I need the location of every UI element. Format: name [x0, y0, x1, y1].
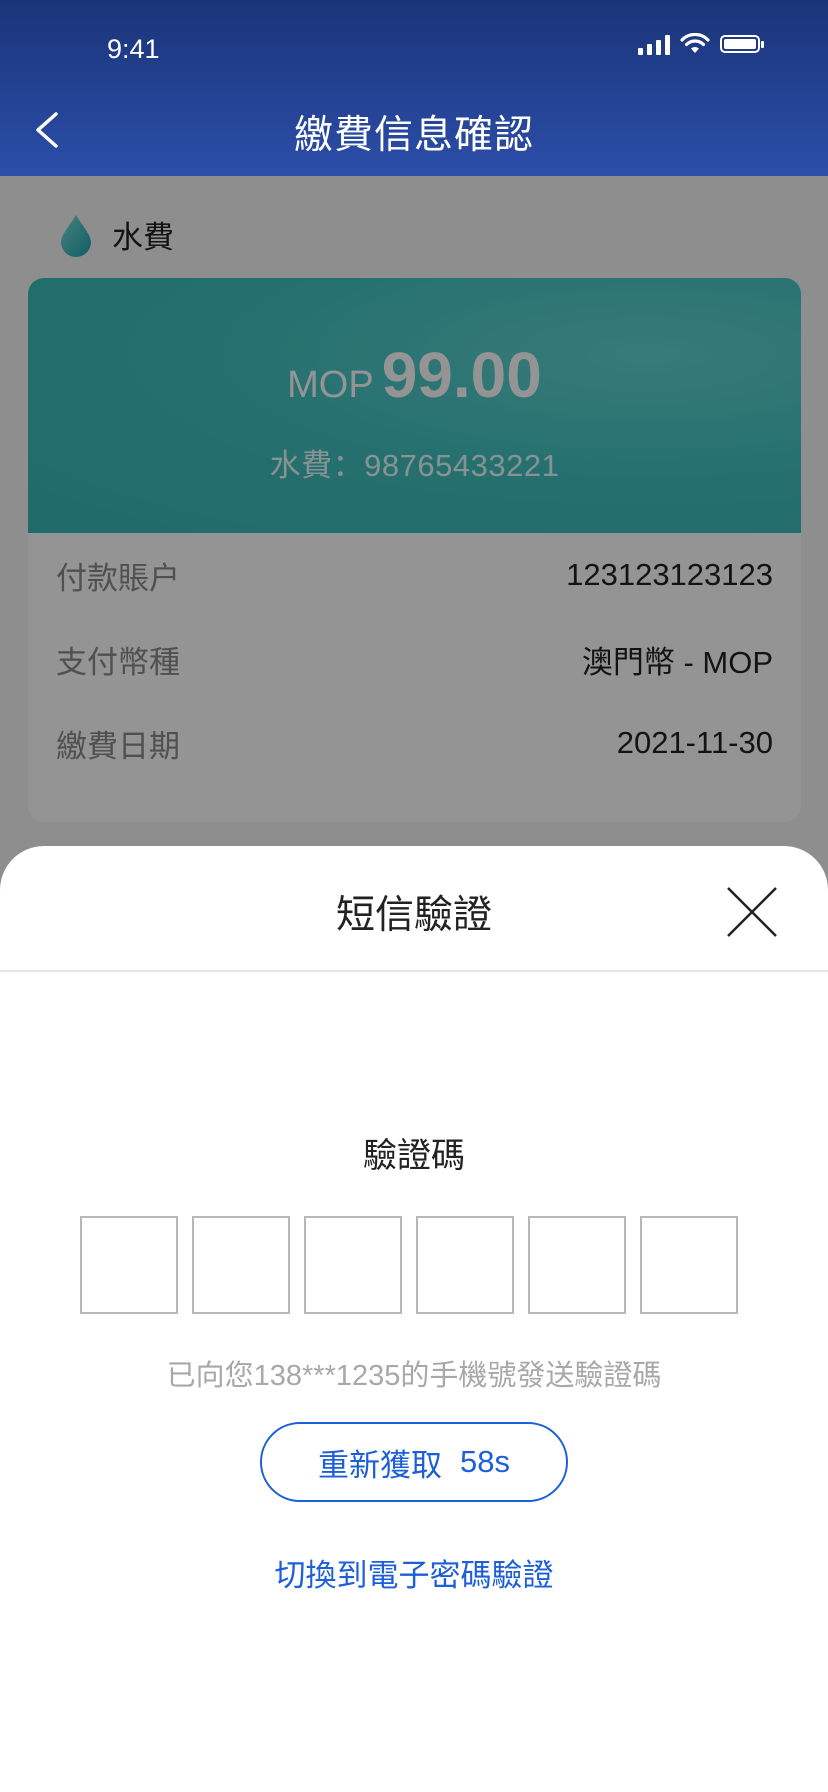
battery-icon — [720, 35, 764, 53]
code-digit-input[interactable] — [528, 1216, 626, 1314]
code-input-group — [80, 1216, 738, 1314]
close-icon[interactable] — [724, 884, 780, 940]
resend-code-button[interactable]: 重新獲取 58s — [260, 1422, 568, 1502]
resend-label: 重新獲取 — [318, 1447, 442, 1483]
status-icons — [638, 33, 764, 55]
wifi-icon — [680, 33, 710, 53]
code-digit-input[interactable] — [192, 1216, 290, 1314]
status-time: 9:41 — [107, 34, 160, 64]
resend-countdown: 58s — [460, 1444, 510, 1479]
header: 9:41 繳費信息確認 — [0, 0, 828, 176]
divider — [0, 970, 828, 972]
code-digit-input[interactable] — [416, 1216, 514, 1314]
code-digit-input[interactable] — [304, 1216, 402, 1314]
code-digit-input[interactable] — [80, 1216, 178, 1314]
code-label: 驗證碼 — [363, 1137, 465, 1175]
sms-sent-hint: 已向您138***1235的手機號發送驗證碼 — [166, 1360, 662, 1392]
sheet-title: 短信驗證 — [335, 894, 492, 937]
switch-to-password-link[interactable]: 切換到電子密碼驗證 — [0, 1550, 828, 1595]
sms-verification-sheet: 短信驗證 驗證碼 已向您138***1235的手機號發送驗證碼 重新獲取 58s… — [0, 846, 828, 1792]
page-title: 繳費信息確認 — [293, 114, 534, 157]
code-digit-input[interactable] — [640, 1216, 738, 1314]
signal-icon — [638, 33, 670, 55]
